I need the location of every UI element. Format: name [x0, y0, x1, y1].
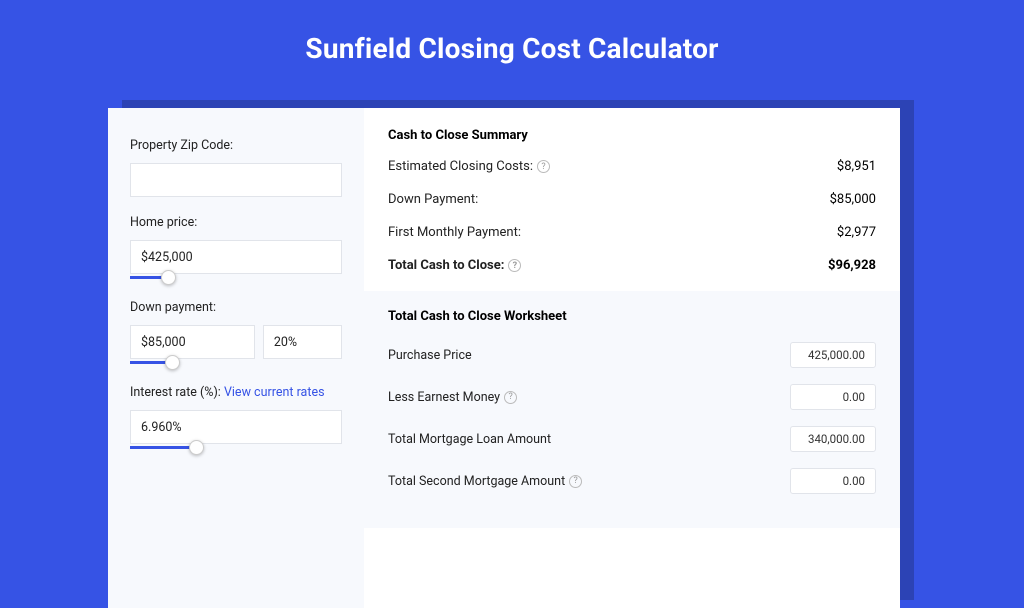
- worksheet-value-input[interactable]: 0.00: [790, 468, 876, 494]
- page-title: Sunfield Closing Cost Calculator: [0, 0, 1024, 89]
- worksheet-value-input[interactable]: 425,000.00: [790, 342, 876, 368]
- calculator-card: Property Zip Code: Home price: $425,000 …: [108, 108, 900, 608]
- summary-value: $8,951: [837, 159, 876, 174]
- worksheet-label: Total Mortgage Loan Amount: [388, 432, 551, 447]
- interest-label-text: Interest rate (%):: [130, 385, 224, 400]
- worksheet-label: Less Earnest Money: [388, 390, 517, 405]
- summary-row: Estimated Closing Costs: $8,951: [388, 159, 876, 174]
- summary-label: Estimated Closing Costs:: [388, 159, 550, 174]
- slider-thumb[interactable]: [189, 440, 204, 455]
- worksheet-row: Purchase Price 425,000.00: [388, 342, 876, 368]
- interest-rate-group: Interest rate (%): View current rates 6.…: [130, 385, 342, 452]
- help-icon[interactable]: [537, 160, 550, 173]
- summary-label: Down Payment:: [388, 192, 478, 207]
- home-price-input[interactable]: $425,000: [130, 240, 342, 274]
- worksheet-heading: Total Cash to Close Worksheet: [388, 309, 876, 324]
- down-payment-slider[interactable]: [130, 361, 342, 367]
- down-payment-label: Down payment:: [130, 300, 342, 315]
- interest-rate-slider[interactable]: [130, 446, 342, 452]
- summary-panel: Cash to Close Summary Estimated Closing …: [364, 108, 900, 608]
- zip-group: Property Zip Code:: [130, 138, 342, 197]
- summary-label: Total Cash to Close:: [388, 258, 521, 273]
- summary-value: $96,928: [828, 258, 876, 273]
- down-payment-input[interactable]: $85,000: [130, 325, 255, 359]
- worksheet-label-text: Purchase Price: [388, 348, 472, 363]
- worksheet-panel: Total Cash to Close Worksheet Purchase P…: [364, 291, 900, 528]
- help-icon[interactable]: [569, 475, 582, 488]
- worksheet-label: Purchase Price: [388, 348, 472, 363]
- worksheet-label-text: Less Earnest Money: [388, 390, 500, 405]
- summary-label-text: Estimated Closing Costs:: [388, 159, 533, 174]
- slider-track: [130, 446, 196, 449]
- down-payment-group: Down payment: $85,000 20%: [130, 300, 342, 367]
- summary-label: First Monthly Payment:: [388, 225, 521, 240]
- view-rates-link[interactable]: View current rates: [224, 385, 325, 400]
- worksheet-row: Total Mortgage Loan Amount 340,000.00: [388, 426, 876, 452]
- summary-row: Down Payment: $85,000: [388, 192, 876, 207]
- worksheet-label: Total Second Mortgage Amount: [388, 474, 582, 489]
- summary-value: $85,000: [830, 192, 876, 207]
- summary-row-total: Total Cash to Close: $96,928: [388, 258, 876, 273]
- help-icon[interactable]: [504, 391, 517, 404]
- slider-thumb[interactable]: [161, 270, 176, 285]
- interest-rate-label: Interest rate (%): View current rates: [130, 385, 342, 400]
- summary-heading: Cash to Close Summary: [388, 128, 876, 143]
- interest-rate-input[interactable]: 6.960%: [130, 410, 342, 444]
- worksheet-label-text: Total Second Mortgage Amount: [388, 474, 565, 489]
- summary-label-text: Total Cash to Close:: [388, 258, 504, 273]
- slider-thumb[interactable]: [165, 355, 180, 370]
- down-payment-pct-input[interactable]: 20%: [263, 325, 342, 359]
- summary-row: First Monthly Payment: $2,977: [388, 225, 876, 240]
- summary-label-text: Down Payment:: [388, 192, 478, 207]
- home-price-group: Home price: $425,000: [130, 215, 342, 282]
- home-price-label: Home price:: [130, 215, 342, 230]
- help-icon[interactable]: [508, 259, 521, 272]
- home-price-slider[interactable]: [130, 276, 342, 282]
- worksheet-label-text: Total Mortgage Loan Amount: [388, 432, 551, 447]
- worksheet-row: Less Earnest Money 0.00: [388, 384, 876, 410]
- worksheet-value-input[interactable]: 0.00: [790, 384, 876, 410]
- worksheet-value-input[interactable]: 340,000.00: [790, 426, 876, 452]
- summary-label-text: First Monthly Payment:: [388, 225, 521, 240]
- summary-value: $2,977: [837, 225, 876, 240]
- worksheet-row: Total Second Mortgage Amount 0.00: [388, 468, 876, 494]
- zip-input[interactable]: [130, 163, 342, 197]
- zip-label: Property Zip Code:: [130, 138, 342, 153]
- inputs-panel: Property Zip Code: Home price: $425,000 …: [108, 108, 364, 608]
